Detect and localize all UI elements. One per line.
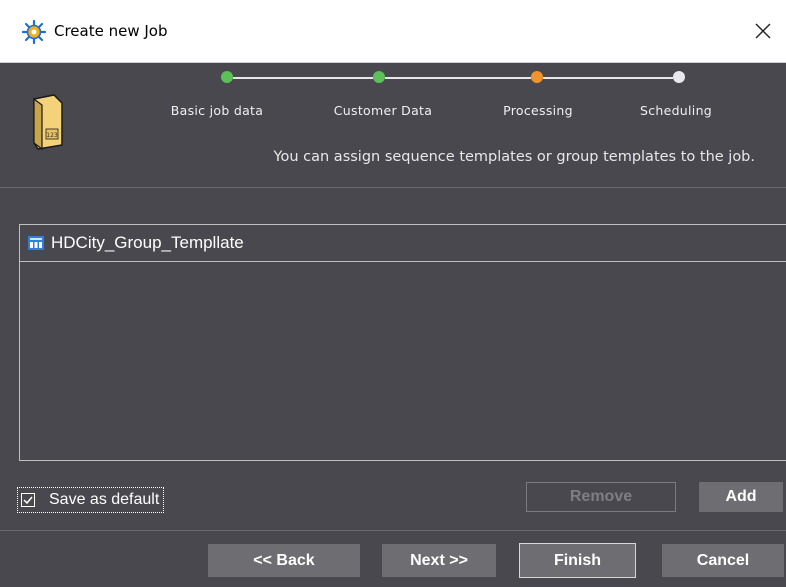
- remove-button[interactable]: Remove: [526, 482, 676, 512]
- step-label-basic-job-data: Basic job data: [170, 103, 264, 118]
- info-text: You can assign sequence templates or gro…: [273, 149, 755, 165]
- header-divider: [0, 187, 786, 188]
- footer-divider: [0, 530, 786, 531]
- back-button[interactable]: << Back: [208, 544, 360, 577]
- step-dot-processing: [531, 71, 543, 83]
- step-label-scheduling: Scheduling: [639, 103, 713, 118]
- job-folder-icon: 123: [33, 94, 63, 151]
- list-item[interactable]: HDCity_Group_Templlate: [20, 225, 786, 262]
- app-gear-icon: [22, 20, 46, 44]
- save-default-label: Save as default: [49, 491, 160, 508]
- close-button[interactable]: [740, 0, 786, 62]
- progress-line-2: [385, 77, 531, 79]
- save-default-option[interactable]: Save as default: [17, 487, 165, 513]
- checkmark-icon: [23, 496, 33, 505]
- close-icon: [755, 23, 771, 39]
- next-button[interactable]: Next >>: [382, 544, 496, 577]
- step-dot-scheduling: [673, 71, 685, 83]
- window-title: Create new Job: [54, 22, 168, 40]
- svg-text:123: 123: [46, 132, 58, 139]
- step-dot-customer-data: [373, 71, 385, 83]
- create-job-dialog: Create new Job 123 Basic job data Custom…: [0, 0, 786, 587]
- cancel-button[interactable]: Cancel: [662, 544, 784, 577]
- add-button[interactable]: Add: [699, 482, 783, 512]
- progress-line-3: [543, 77, 673, 79]
- step-label-processing: Processing: [503, 103, 573, 118]
- finish-button[interactable]: Finish: [519, 543, 636, 578]
- step-dot-basic-job-data: [221, 71, 233, 83]
- title-bar: Create new Job: [0, 0, 786, 63]
- step-label-customer-data: Customer Data: [333, 103, 433, 118]
- group-template-icon: [28, 236, 44, 250]
- progress-line-1: [233, 77, 373, 79]
- template-list[interactable]: HDCity_Group_Templlate: [19, 224, 786, 461]
- wizard-header: 123 Basic job data Customer Data Process…: [0, 63, 786, 187]
- list-item-label: HDCity_Group_Templlate: [51, 233, 244, 252]
- save-default-checkbox[interactable]: [21, 493, 35, 507]
